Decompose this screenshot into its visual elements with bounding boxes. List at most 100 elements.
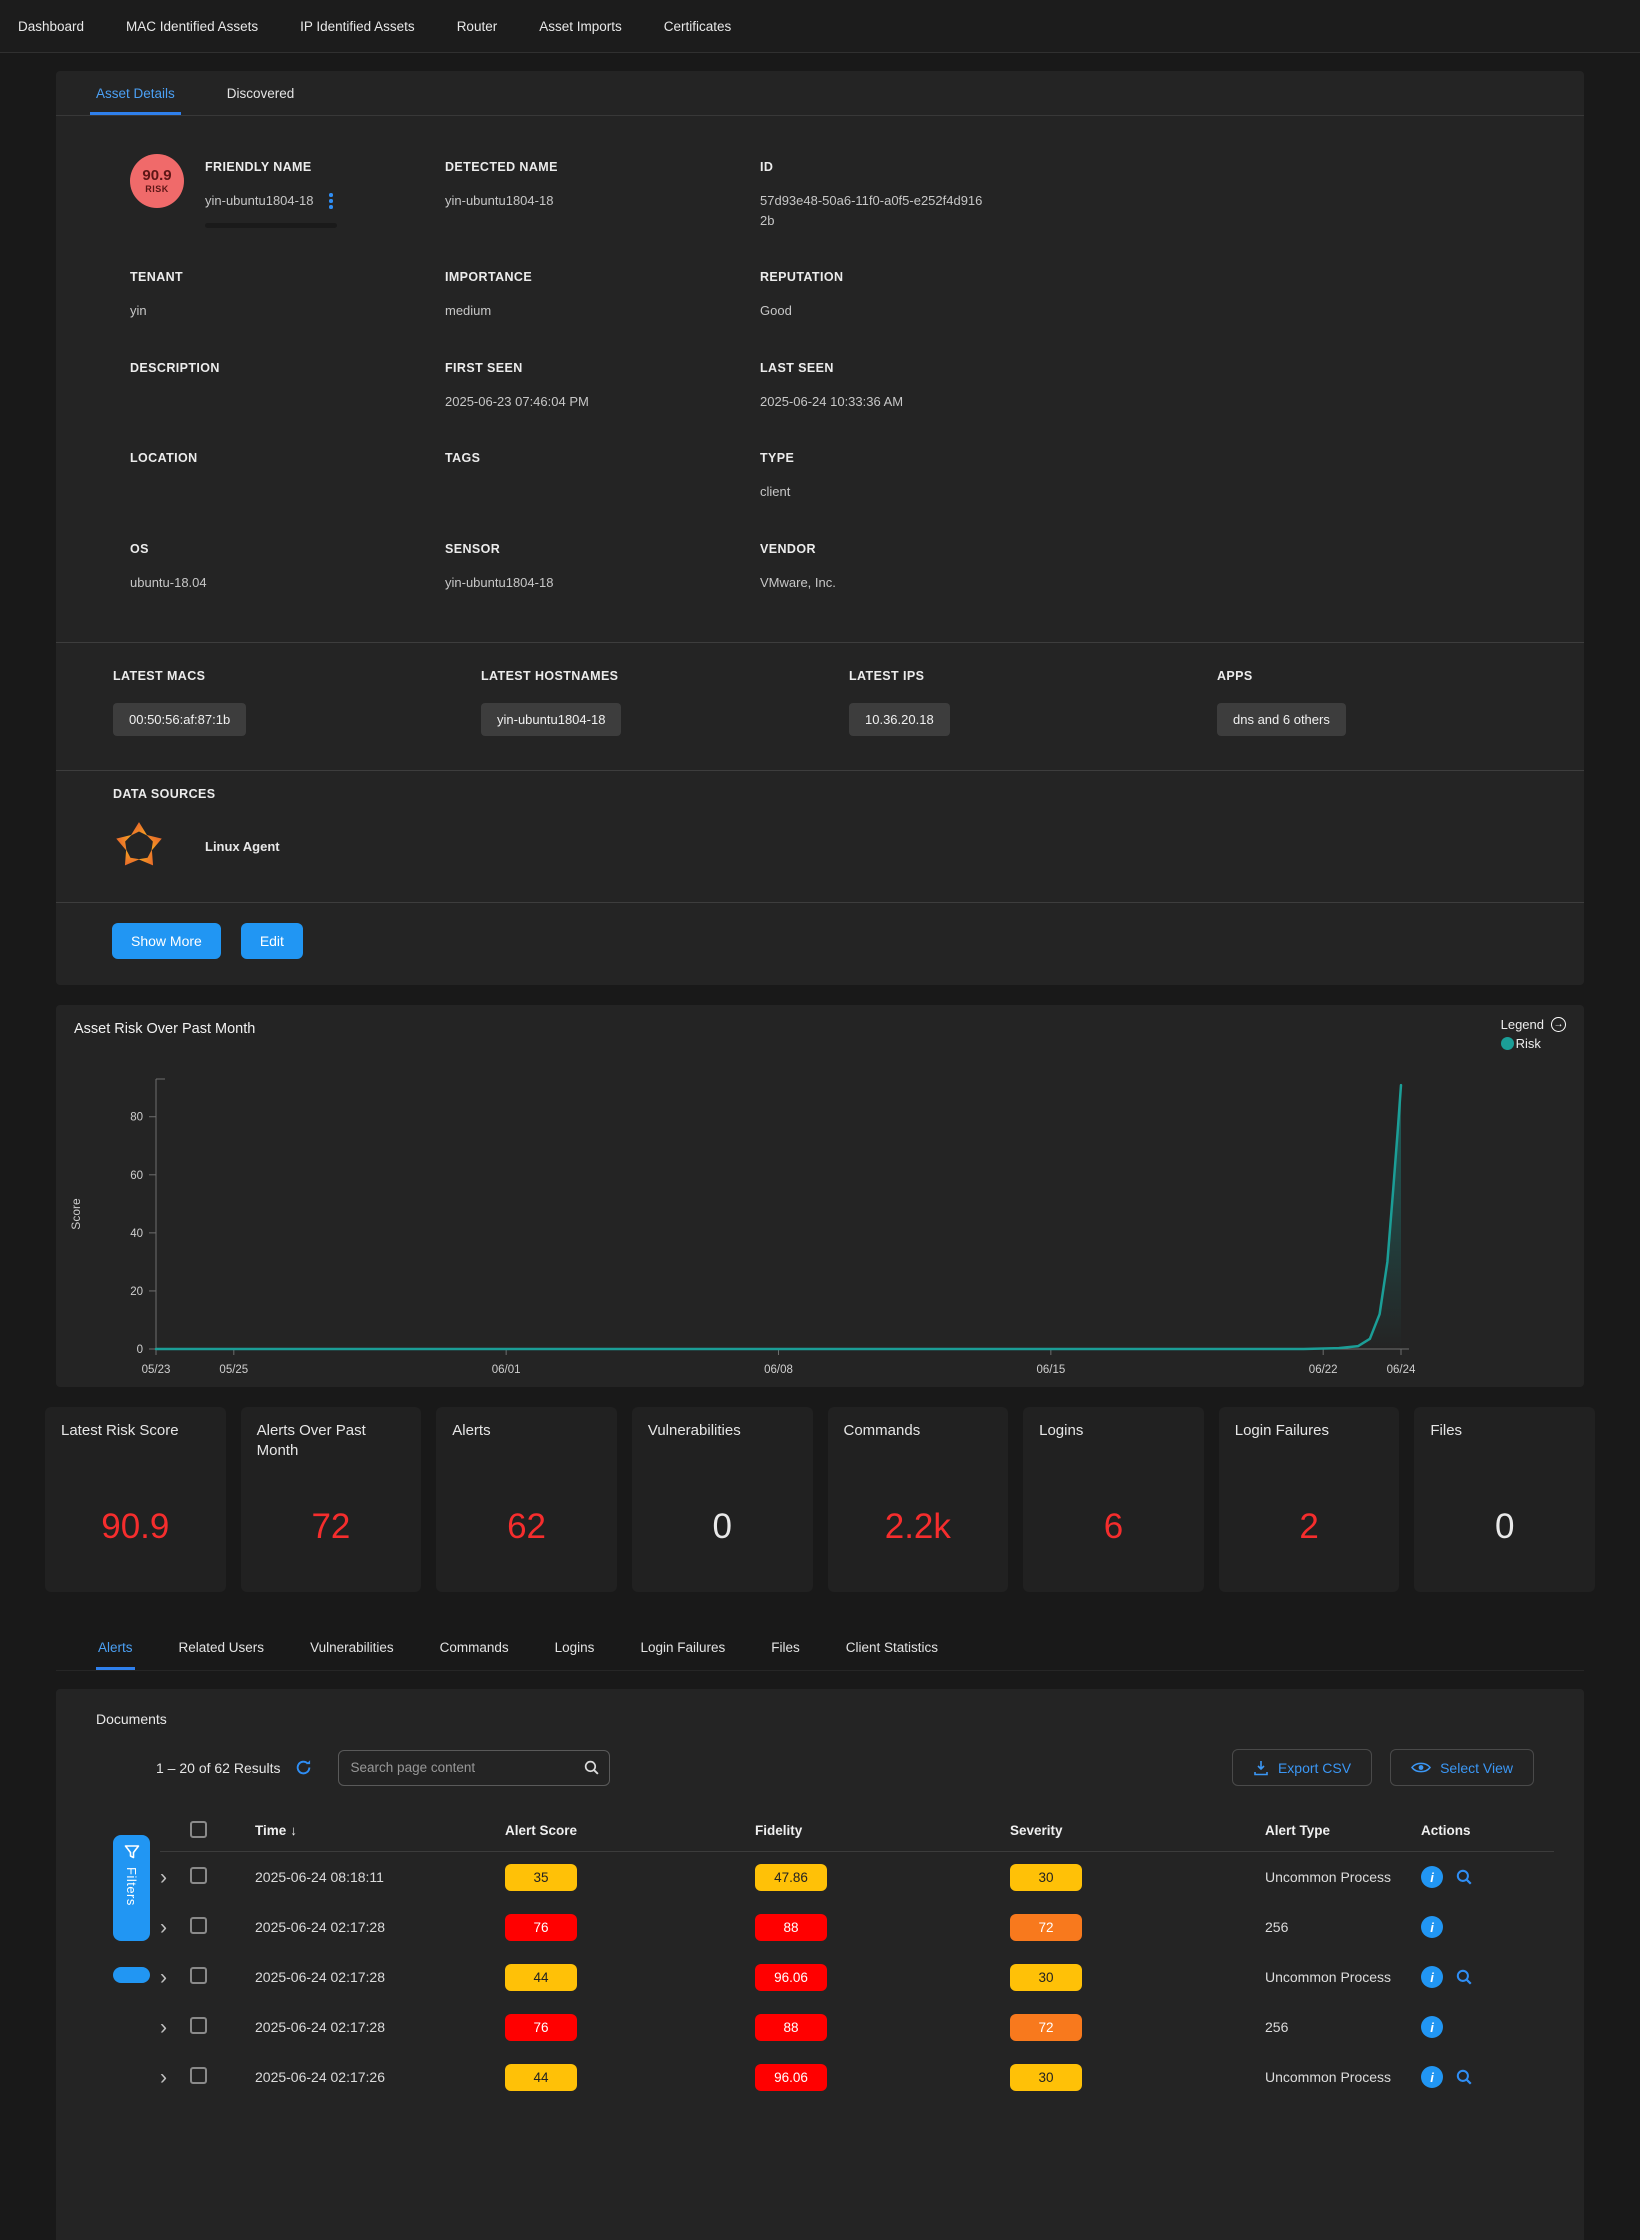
table-row: › 2025-06-24 02:17:28 76 88 72 256 i <box>160 2002 1554 2052</box>
nav-item-mac-identified-assets[interactable]: MAC Identified Assets <box>126 19 258 34</box>
results-toolbar: 1 – 20 of 62 Results Export CSV <box>56 1727 1584 1790</box>
refresh-icon[interactable] <box>295 1759 312 1776</box>
linux-agent-pinwheel-icon <box>113 818 165 874</box>
select-view-button[interactable]: Select View <box>1390 1749 1534 1786</box>
select-all-checkbox[interactable] <box>190 1821 207 1838</box>
alert-type: 256 <box>1265 2019 1415 2035</box>
col-header-severity[interactable]: Severity <box>1010 1823 1265 1838</box>
risk-chart-svg: 02040608005/2305/2506/0106/0806/1506/220… <box>56 1033 1580 1385</box>
tab-commands[interactable]: Commands <box>438 1630 511 1670</box>
legend-expand-icon[interactable]: → <box>1551 1017 1566 1032</box>
tab-files[interactable]: Files <box>769 1630 802 1670</box>
edit-button[interactable]: Edit <box>241 923 303 959</box>
tab-logins[interactable]: Logins <box>553 1630 597 1670</box>
search-action-icon[interactable] <box>1455 1968 1473 1986</box>
search-action-icon[interactable] <box>1455 1868 1473 1886</box>
field-id: ID 57d93e48-50a6-11f0-a0f5-e252f4d9162b <box>760 160 1544 230</box>
detail-tabs: Alerts Related Users Vulnerabilities Com… <box>56 1630 1584 1671</box>
row-checkbox[interactable] <box>190 2017 207 2034</box>
nav-item-asset-imports[interactable]: Asset Imports <box>539 19 622 34</box>
download-icon <box>1253 1760 1269 1776</box>
search-icon <box>583 1759 600 1776</box>
info-icon[interactable]: i <box>1421 1866 1443 1888</box>
svg-text:05/23: 05/23 <box>142 1364 171 1376</box>
col-header-fidelity[interactable]: Fidelity <box>755 1823 1010 1838</box>
show-more-button[interactable]: Show More <box>112 923 221 959</box>
filters-secondary-button[interactable] <box>113 1967 150 1983</box>
nav-item-router[interactable]: Router <box>457 19 498 34</box>
svg-text:06/22: 06/22 <box>1309 1364 1338 1376</box>
stat-card-logins: Logins 6 <box>1023 1407 1204 1592</box>
data-source-name: Linux Agent <box>205 839 280 854</box>
info-icon[interactable]: i <box>1421 1916 1443 1938</box>
col-header-time[interactable]: Time↓ <box>255 1823 505 1838</box>
latest-col-apps: APPS dns and 6 others <box>1217 669 1584 736</box>
value-chip: 00:50:56:af:87:1b <box>113 703 246 736</box>
tab-discovered[interactable]: Discovered <box>221 71 301 115</box>
svg-text:05/25: 05/25 <box>219 1364 248 1376</box>
svg-text:0: 0 <box>137 1344 143 1356</box>
expand-row-icon[interactable]: › <box>160 2017 190 2038</box>
table-row: › 2025-06-24 02:17:26 44 96.06 30 Uncomm… <box>160 2052 1554 2102</box>
risk-score-label: RISK <box>145 184 169 194</box>
info-icon[interactable]: i <box>1421 2066 1443 2088</box>
row-checkbox[interactable] <box>190 1967 207 1984</box>
table-row: › 2025-06-24 02:17:28 76 88 72 256 i <box>160 1902 1554 1952</box>
alert-score-badge: 35 <box>505 1864 577 1891</box>
expand-row-icon[interactable]: › <box>160 1917 190 1938</box>
alerts-table: Time↓ Alert Score Fidelity Severity Aler… <box>160 1810 1554 2102</box>
row-checkbox[interactable] <box>190 1867 207 1884</box>
nav-item-certificates[interactable]: Certificates <box>664 19 732 34</box>
severity-badge: 72 <box>1010 1914 1082 1941</box>
field-friendly-name: FRIENDLY NAME yin-ubuntu1804-18 <box>205 160 445 230</box>
tab-vulnerabilities[interactable]: Vulnerabilities <box>308 1630 396 1670</box>
svg-text:80: 80 <box>130 1112 143 1124</box>
field-reputation: REPUTATION Good <box>760 270 1544 321</box>
asset-fields: 90.9 RISK FRIENDLY NAME yin-ubuntu1804-1… <box>56 116 1584 642</box>
stat-card-commands: Commands 2.2k <box>828 1407 1009 1592</box>
tab-login-failures[interactable]: Login Failures <box>638 1630 727 1670</box>
field-detected-name: DETECTED NAME yin-ubuntu1804-18 <box>445 160 760 230</box>
tab-client-statistics[interactable]: Client Statistics <box>844 1630 940 1670</box>
info-icon[interactable]: i <box>1421 2016 1443 2038</box>
expand-row-icon[interactable]: › <box>160 1967 190 1988</box>
documents-panel: Documents 1 – 20 of 62 Results Export CS… <box>56 1689 1584 2240</box>
svg-text:06/24: 06/24 <box>1387 1364 1416 1376</box>
row-time: 2025-06-24 02:17:28 <box>255 2019 505 2035</box>
tab-alerts[interactable]: Alerts <box>96 1630 135 1670</box>
info-icon[interactable]: i <box>1421 1966 1443 1988</box>
value-chip: dns and 6 others <box>1217 703 1346 736</box>
fidelity-badge: 88 <box>755 2014 827 2041</box>
field-sensor: SENSOR yin-ubuntu1804-18 <box>445 542 760 593</box>
top-nav: Dashboard MAC Identified Assets IP Ident… <box>0 0 1640 53</box>
filters-button[interactable]: Filters <box>113 1835 150 1941</box>
expand-row-icon[interactable]: › <box>160 2067 190 2088</box>
svg-text:06/01: 06/01 <box>492 1364 521 1376</box>
kebab-menu-icon[interactable] <box>327 191 335 211</box>
asset-details-panel: Asset Details Discovered 90.9 RISK FRIEN… <box>56 71 1584 985</box>
field-type: TYPE client <box>760 451 1544 502</box>
row-checkbox[interactable] <box>190 1917 207 1934</box>
latest-col-latest-ips: LATEST IPS 10.36.20.18 <box>849 669 1217 736</box>
field-vendor: VENDOR VMware, Inc. <box>760 542 1544 593</box>
latest-col-latest-macs: LATEST MACS 00:50:56:af:87:1b <box>113 669 481 736</box>
svg-text:06/15: 06/15 <box>1036 1364 1065 1376</box>
search-input[interactable] <box>338 1750 610 1786</box>
stat-card-files: Files 0 <box>1414 1407 1595 1592</box>
export-csv-button[interactable]: Export CSV <box>1232 1749 1372 1786</box>
row-checkbox[interactable] <box>190 2067 207 2084</box>
nav-item-dashboard[interactable]: Dashboard <box>18 19 84 34</box>
search-action-icon[interactable] <box>1455 2068 1473 2086</box>
severity-badge: 30 <box>1010 2064 1082 2091</box>
col-header-alert-type[interactable]: Alert Type <box>1265 1823 1421 1838</box>
data-sources-section: DATA SOURCES Linux Agent <box>56 771 1584 902</box>
table-row: › 2025-06-24 08:18:11 35 47.86 30 Uncomm… <box>160 1852 1554 1902</box>
field-location: LOCATION <box>130 451 445 502</box>
tab-asset-details[interactable]: Asset Details <box>90 71 181 115</box>
alert-type: 256 <box>1265 1919 1415 1935</box>
nav-item-ip-identified-assets[interactable]: IP Identified Assets <box>300 19 415 34</box>
friendly-name-scrollbar[interactable] <box>205 223 337 228</box>
col-header-alert-score[interactable]: Alert Score <box>505 1823 755 1838</box>
tab-related-users[interactable]: Related Users <box>177 1630 267 1670</box>
expand-row-icon[interactable]: › <box>160 1867 190 1888</box>
